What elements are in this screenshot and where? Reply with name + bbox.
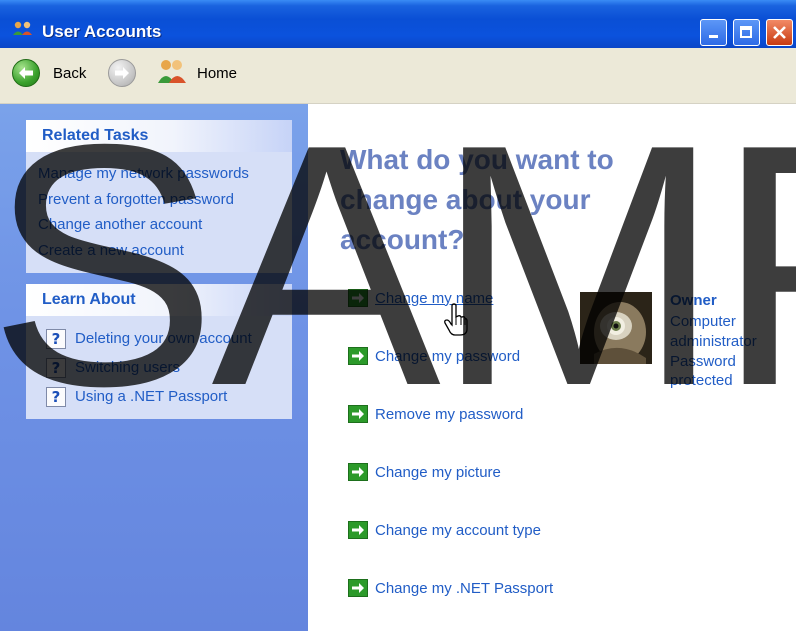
back-arrow-icon — [12, 59, 40, 87]
action-change-net-passport[interactable]: Change my .NET Passport — [348, 579, 553, 597]
green-arrow-icon — [348, 405, 368, 423]
back-button[interactable]: Back — [12, 58, 86, 88]
action-label: Change my account type — [375, 521, 541, 539]
account-detail: administrator — [670, 333, 757, 350]
account-picture — [580, 292, 652, 364]
learn-link-label: Deleting your own account — [75, 330, 252, 347]
forward-arrow-icon — [108, 59, 136, 87]
hand-cursor-icon — [444, 303, 468, 341]
green-arrow-icon — [348, 521, 368, 539]
learn-link-switching-users[interactable]: ? Switching users — [26, 353, 292, 382]
back-label: Back — [53, 64, 87, 82]
user-accounts-window: User Accounts Back Home Related Tasks Ma… — [0, 0, 796, 631]
action-label: Change my password — [375, 347, 521, 365]
action-label: Change my picture — [375, 463, 501, 481]
window-title: User Accounts — [42, 22, 162, 41]
learn-link-label: Switching users — [75, 359, 181, 376]
account-name: Owner — [670, 292, 717, 309]
task-link-change-another-account[interactable]: Change another account — [26, 212, 292, 238]
close-button[interactable] — [766, 19, 793, 46]
learn-about-title[interactable]: Learn About — [26, 284, 292, 316]
green-arrow-icon — [348, 347, 368, 365]
home-button[interactable]: Home — [156, 58, 237, 88]
user-accounts-icon — [12, 20, 34, 38]
title-bar[interactable]: User Accounts — [0, 0, 796, 48]
learn-link-deleting-account[interactable]: ? Deleting your own account — [26, 324, 292, 353]
home-label: Home — [197, 64, 238, 82]
learn-about-list: ? Deleting your own account ? Switching … — [26, 316, 292, 419]
minimize-icon — [709, 35, 718, 38]
help-icon: ? — [46, 386, 66, 407]
action-change-account-type[interactable]: Change my account type — [348, 521, 541, 539]
action-remove-password[interactable]: Remove my password — [348, 405, 523, 423]
account-detail: protected — [670, 372, 733, 389]
minimize-button[interactable] — [700, 19, 727, 46]
action-change-name[interactable]: Change my name — [348, 289, 493, 307]
account-detail: Computer — [670, 313, 736, 330]
maximize-icon — [740, 26, 752, 38]
help-icon: ? — [46, 357, 66, 378]
account-detail: Password — [670, 353, 736, 370]
green-arrow-icon — [348, 463, 368, 481]
related-tasks-title[interactable]: Related Tasks — [26, 120, 292, 152]
home-users-icon — [156, 57, 188, 89]
close-icon — [773, 26, 786, 39]
maximize-button[interactable] — [733, 19, 760, 46]
green-arrow-icon — [348, 579, 368, 597]
related-tasks-list: Manage my network passwords Prevent a fo… — [26, 152, 292, 271]
learn-link-net-passport[interactable]: ? Using a .NET Passport — [26, 382, 292, 411]
related-tasks-box: Related Tasks Manage my network password… — [26, 120, 292, 273]
action-label: Change my .NET Passport — [375, 579, 554, 597]
toolbar: Back Home — [0, 48, 796, 104]
task-link-create-new-account[interactable]: Create a new account — [26, 238, 292, 264]
task-pane: Related Tasks Manage my network password… — [0, 104, 308, 631]
page-heading: What do you want to change about your ac… — [340, 144, 614, 255]
forward-button[interactable] — [108, 58, 136, 88]
main-content: What do you want to change about your ac… — [308, 104, 796, 631]
task-link-manage-network-passwords[interactable]: Manage my network passwords — [26, 161, 292, 187]
green-arrow-icon — [348, 289, 368, 307]
learn-link-label: Using a .NET Passport — [75, 388, 228, 405]
learn-about-box: Learn About ? Deleting your own account … — [26, 284, 292, 419]
action-label: Change my name — [375, 289, 494, 307]
task-link-prevent-forgotten-password[interactable]: Prevent a forgotten password — [26, 187, 292, 213]
action-label: Remove my password — [375, 405, 524, 423]
help-icon: ? — [46, 328, 66, 349]
action-change-password[interactable]: Change my password — [348, 347, 520, 365]
action-change-picture[interactable]: Change my picture — [348, 463, 501, 481]
